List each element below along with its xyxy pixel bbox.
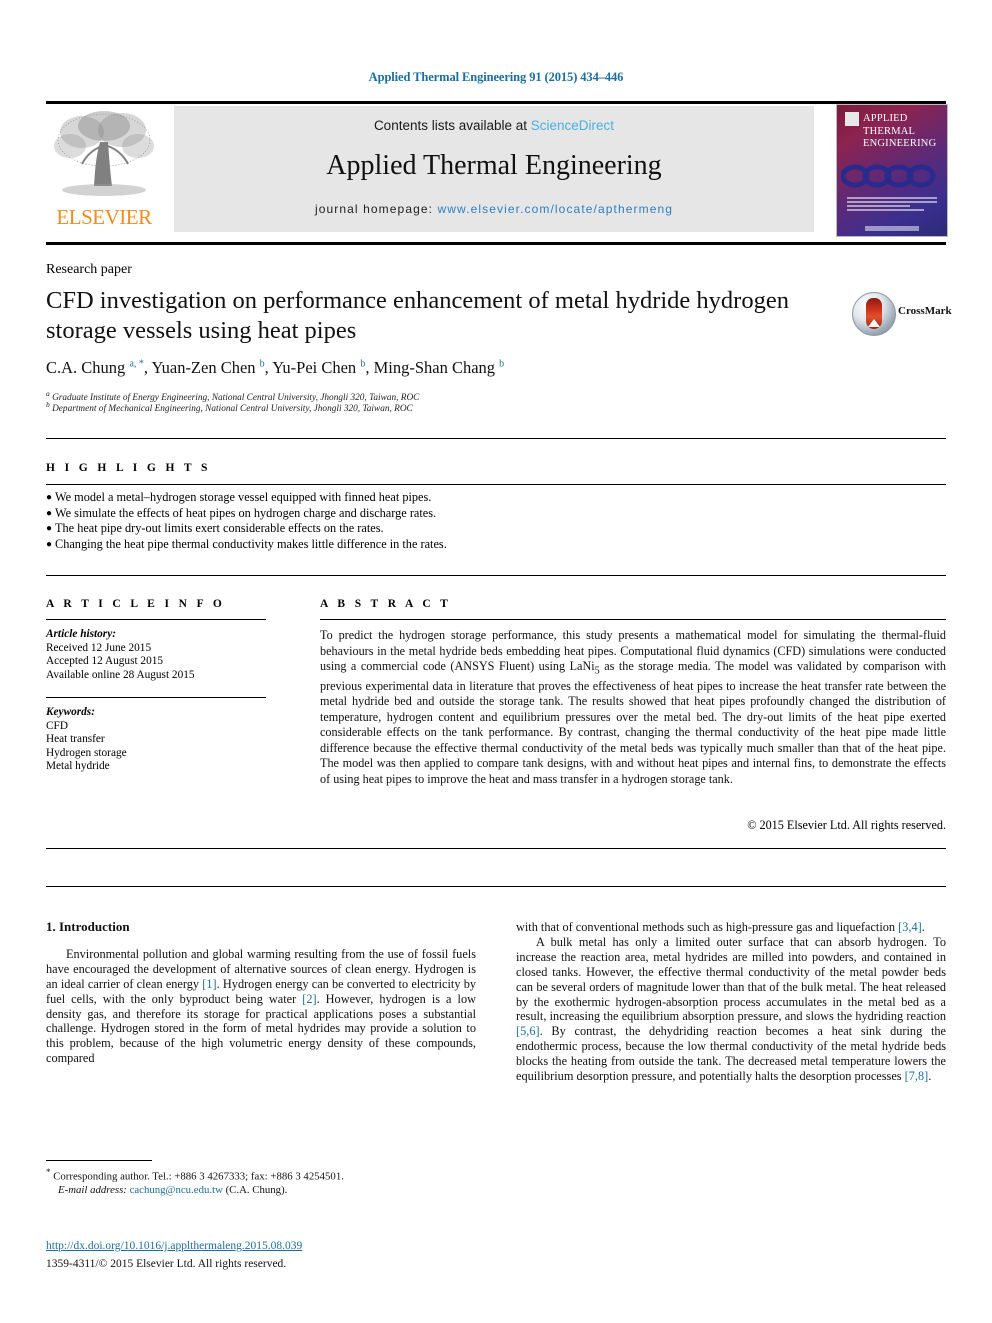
highlights-rule — [46, 484, 946, 485]
journal-masthead: ELSEVIER Contents lists available at Sci… — [46, 104, 948, 237]
bullet-icon: ● — [46, 507, 53, 519]
keywords-label: Keywords: — [46, 706, 95, 718]
paragraph: A bulk metal has only a limited outer su… — [516, 934, 946, 1084]
cover-publisher-mark — [845, 112, 859, 126]
abstract-rule — [320, 619, 946, 620]
contents-prefix: Contents lists available at — [373, 118, 531, 133]
citation-link[interactable]: [2] — [302, 992, 316, 1006]
abstract-bottom-rule — [46, 848, 946, 849]
journal-title: Applied Thermal Engineering — [326, 150, 662, 181]
email-line: E-mail address: cachung@ncu.edu.tw (C.A.… — [46, 1184, 476, 1198]
crossmark-badge[interactable]: CrossMark — [852, 292, 952, 336]
history-item: Accepted 12 August 2015 — [46, 655, 164, 668]
cover-chain-graphic — [841, 164, 936, 188]
abstract-copyright: © 2015 Elsevier Ltd. All rights reserved… — [747, 818, 946, 832]
sciencedirect-link[interactable]: ScienceDirect — [531, 118, 614, 133]
list-item: ● Changing the heat pipe thermal conducti… — [46, 537, 666, 553]
elsevier-tree-icon — [54, 111, 154, 196]
cover-editor-lines — [847, 197, 937, 213]
cover-title: APPLIED THERMAL ENGINEERING — [863, 113, 937, 149]
citation-link[interactable]: [1] — [202, 977, 216, 991]
bullet-icon: ● — [46, 538, 53, 550]
list-item: ● The heat pipe dry-out limits exert cons… — [46, 521, 666, 537]
keyword-item: Metal hydride — [46, 760, 110, 773]
elsevier-logo: ELSEVIER — [46, 106, 162, 234]
article-info-heading: A R T I C L E I N F O — [46, 598, 226, 610]
corresponding-author-note: * Corresponding author. Tel.: +886 3 426… — [46, 1166, 476, 1184]
article-type: Research paper — [46, 262, 132, 277]
body-top-rule — [46, 886, 946, 887]
highlights-top-rule — [46, 438, 946, 439]
article-info-rule — [46, 619, 266, 620]
contents-lists-line: Contents lists available at ScienceDirec… — [174, 118, 814, 133]
citation-link[interactable]: [7,8] — [905, 1069, 929, 1083]
footnote-rule — [46, 1160, 152, 1161]
journal-cover-image: APPLIED THERMAL ENGINEERING — [836, 104, 948, 237]
list-item: ● We simulate the effects of heat pipes o… — [46, 506, 666, 522]
keywords-block: Keywords: CFD Heat transfer Hydrogen sto… — [46, 706, 286, 774]
keyword-item: Hydrogen storage — [46, 746, 127, 759]
asterisk-icon: * — [46, 1167, 51, 1177]
paper-page: Applied Thermal Engineering 91 (2015) 43… — [0, 0, 992, 1323]
abstract-heading: A B S T R A C T — [320, 598, 452, 610]
article-history-label: Article history: — [46, 628, 116, 640]
journal-banner: Contents lists available at ScienceDirec… — [174, 106, 814, 232]
bullet-icon: ● — [46, 523, 53, 535]
history-item: Available online 28 August 2015 — [46, 668, 195, 681]
affiliation-b: b Department of Mechanical Engineering, … — [46, 400, 413, 415]
keyword-item: Heat transfer — [46, 733, 105, 746]
history-item: Received 12 June 2015 — [46, 641, 152, 654]
issn-copyright-line: 1359-4311/© 2015 Elsevier Ltd. All right… — [46, 1258, 287, 1270]
paragraph: Environmental pollution and global warmi… — [46, 946, 476, 1066]
email-owner: (C.A. Chung). — [225, 1184, 288, 1197]
footnote-block: * Corresponding author. Tel.: +886 3 426… — [46, 1166, 476, 1198]
doi-link[interactable]: http://dx.doi.org/10.1016/j.applthermale… — [46, 1240, 302, 1252]
abstract-text: To predict the hydrogen storage performa… — [320, 628, 946, 786]
crossmark-triangle-icon — [868, 319, 880, 327]
email-link[interactable]: cachung@ncu.edu.tw — [130, 1184, 223, 1196]
cover-volume-mark — [865, 226, 919, 231]
journal-homepage-line: journal homepage: www.elsevier.com/locat… — [174, 202, 814, 216]
highlight-text: The heat pipe dry-out limits exert consi… — [55, 521, 384, 536]
masthead-bottom-rule — [46, 242, 946, 245]
body-column-right: with that of conventional methods such a… — [516, 920, 946, 1084]
journal-homepage-link[interactable]: www.elsevier.com/locate/apthermeng — [438, 202, 674, 216]
homepage-prefix: journal homepage: — [314, 202, 438, 216]
crossmark-circle-icon — [852, 292, 896, 336]
crossmark-label: CrossMark — [898, 305, 952, 317]
list-item: ● We model a metal–hydrogen storage vesse… — [46, 490, 666, 506]
article-history: Article history: Received 12 June 2015 A… — [46, 628, 286, 682]
paragraph: with that of conventional methods such a… — [516, 920, 925, 934]
page-title: CFD investigation on performance enhance… — [46, 287, 789, 344]
section-heading-introduction: 1. Introduction — [46, 919, 130, 934]
corresponding-author-text: Corresponding author. Tel.: +886 3 42673… — [53, 1170, 344, 1183]
citation-link[interactable]: [5,6] — [516, 1024, 540, 1038]
bullet-icon: ● — [46, 492, 53, 503]
info-top-rule — [46, 575, 946, 576]
body-column-left: 1. Introduction Environmental pollution … — [46, 919, 476, 1066]
keyword-item: CFD — [46, 719, 68, 732]
highlight-text: We simulate the effects of heat pipes on… — [55, 505, 437, 520]
citation-link[interactable]: [3,4] — [898, 920, 922, 934]
running-head: Applied Thermal Engineering 91 (2015) 43… — [368, 70, 624, 84]
highlights-list: ● We model a metal–hydrogen storage vesse… — [46, 490, 666, 552]
elsevier-wordmark: ELSEVIER — [56, 205, 152, 229]
highlight-text: We model a metal–hydrogen storage vessel… — [55, 490, 432, 504]
author-list: C.A. Chung a, *, Yuan-Zen Chen b, Yu-Pei… — [46, 358, 505, 377]
keywords-rule — [46, 697, 266, 698]
highlights-heading: H I G H L I G H T S — [46, 462, 211, 474]
email-label: E-mail address: — [58, 1184, 127, 1197]
affiliation-b-text: Department of Mechanical Engineering, Na… — [52, 404, 413, 415]
highlight-text: Changing the heat pipe thermal conductiv… — [55, 536, 447, 551]
